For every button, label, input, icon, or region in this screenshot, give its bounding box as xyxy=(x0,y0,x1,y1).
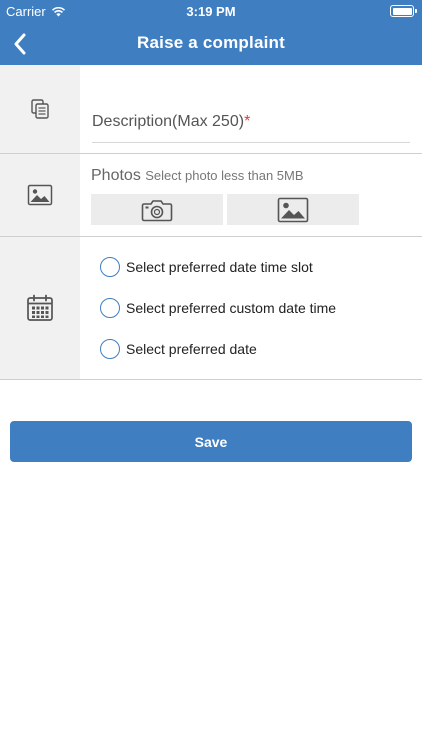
photos-section: Photos Select photo less than 5MB xyxy=(0,154,422,237)
gallery-icon xyxy=(277,197,309,222)
take-photo-button[interactable] xyxy=(91,194,223,225)
battery-icon xyxy=(390,5,417,17)
photos-title: Photos xyxy=(91,167,141,184)
battery-fill xyxy=(392,7,412,15)
radio-date-time-slot[interactable]: Select preferred date time slot xyxy=(100,257,313,277)
description-field[interactable]: Description(Max 250)* xyxy=(92,113,410,143)
description-placeholder: Description(Max 250) xyxy=(92,113,245,130)
copy-icon xyxy=(31,99,49,119)
save-button[interactable]: Save xyxy=(10,421,412,462)
description-gutter xyxy=(0,65,80,153)
navigation-bar: Raise a complaint xyxy=(0,22,422,65)
page-title: Raise a complaint xyxy=(137,33,285,52)
photos-label: Photos Select photo less than 5MB xyxy=(91,167,304,185)
description-section: Description(Max 250)* xyxy=(0,65,422,154)
radio-button[interactable] xyxy=(100,339,120,359)
gallery-button[interactable] xyxy=(227,194,359,225)
date-gutter xyxy=(0,237,80,379)
radio-label-preferred-date: Select preferred date xyxy=(126,341,257,357)
radio-label-custom-date-time: Select preferred custom date time xyxy=(126,300,337,316)
radio-button[interactable] xyxy=(100,257,120,277)
radio-preferred-date[interactable]: Select preferred date xyxy=(100,339,257,359)
status-bar: Carrier 3:19 PM xyxy=(0,0,422,22)
image-icon xyxy=(27,184,53,206)
camera-icon xyxy=(141,199,173,221)
required-mark: * xyxy=(244,113,251,130)
radio-custom-date-time[interactable]: Select preferred custom date time xyxy=(100,298,336,318)
photos-gutter xyxy=(0,154,80,236)
date-preference-section: Select preferred date time slot Select p… xyxy=(0,237,422,380)
photos-hint: Select photo less than 5MB xyxy=(145,168,304,183)
app-header: Carrier 3:19 PM Raise a complaint xyxy=(0,0,422,65)
status-time: 3:19 PM xyxy=(186,4,236,19)
calendar-icon xyxy=(27,294,53,321)
radio-button[interactable] xyxy=(100,298,120,318)
radio-label-date-time-slot: Select preferred date time slot xyxy=(126,259,313,275)
